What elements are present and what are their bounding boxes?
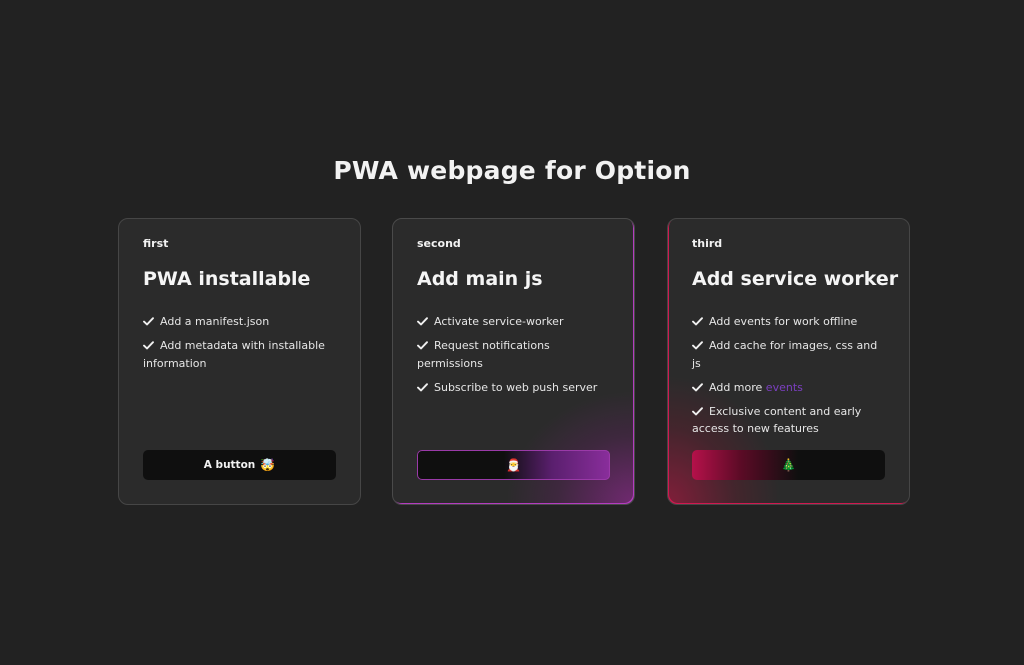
check-icon [417, 382, 428, 392]
feature-item: Activate service-worker [417, 313, 610, 331]
feature-text: Add a manifest.json [160, 315, 270, 328]
card-tag: first [143, 237, 169, 250]
check-icon [143, 341, 154, 350]
feature-text: Add events for work offline [709, 315, 858, 328]
feature-item: Add cache for images, css and js [692, 337, 885, 372]
check-icon [692, 382, 703, 392]
feature-text: Add cache for images, css and js [692, 339, 878, 370]
feature-text: Activate service-worker [434, 315, 564, 328]
card-first: first PWA installable Add a manifest.jso… [118, 218, 361, 505]
card-tag: second [417, 237, 461, 250]
card-button-first[interactable]: A button 🤯 [143, 450, 336, 480]
page-title: PWA webpage for Option [333, 156, 691, 185]
santa-icon: 🎅 [506, 458, 521, 472]
feature-item: Request notifications permissions [417, 337, 610, 372]
feature-list: Add events for work offline Add cache fo… [692, 313, 885, 444]
feature-text: Add more [709, 380, 763, 394]
feature-list: Activate service-worker Request notifica… [417, 313, 610, 403]
feature-item: Exclusive content and early access to ne… [692, 403, 885, 438]
check-icon [692, 317, 703, 326]
card-button-second[interactable]: 🎅 [417, 450, 610, 480]
card-third: third Add service worker Add events for … [667, 218, 910, 505]
feature-item: Add more events [692, 379, 885, 397]
card-tag: third [692, 237, 723, 250]
feature-text: Request notifications permissions [417, 339, 550, 370]
card-second: second Add main js Activate service-work… [392, 218, 635, 505]
feature-text: Subscribe to web push server [434, 380, 598, 394]
check-icon [417, 317, 428, 326]
feature-item: Add metadata with installable informatio… [143, 337, 336, 372]
page: PWA webpage for Option first PWA install… [0, 0, 1024, 665]
check-icon [143, 317, 154, 326]
feature-item: Add a manifest.json [143, 313, 336, 331]
card-heading: Add service worker [692, 268, 899, 290]
feature-list: Add a manifest.json Add metadata with in… [143, 313, 336, 379]
card-button-third[interactable]: 🎄 [692, 450, 885, 480]
check-icon [692, 406, 703, 416]
check-icon [417, 341, 428, 350]
exploding-head-icon: 🤯 [260, 458, 276, 472]
feature-item: Add events for work offline [692, 313, 885, 331]
button-label: A button [203, 459, 256, 471]
feature-text: Add metadata with installable informatio… [143, 339, 325, 370]
christmas-tree-icon: 🎄 [781, 458, 796, 472]
check-icon [692, 341, 703, 350]
card-heading: Add main js [417, 268, 543, 290]
feature-item: Subscribe to web push server [417, 379, 610, 397]
card-heading: PWA installable [143, 268, 311, 290]
feature-text: Exclusive content and early access to ne… [692, 404, 862, 436]
events-link[interactable]: events [766, 381, 803, 394]
